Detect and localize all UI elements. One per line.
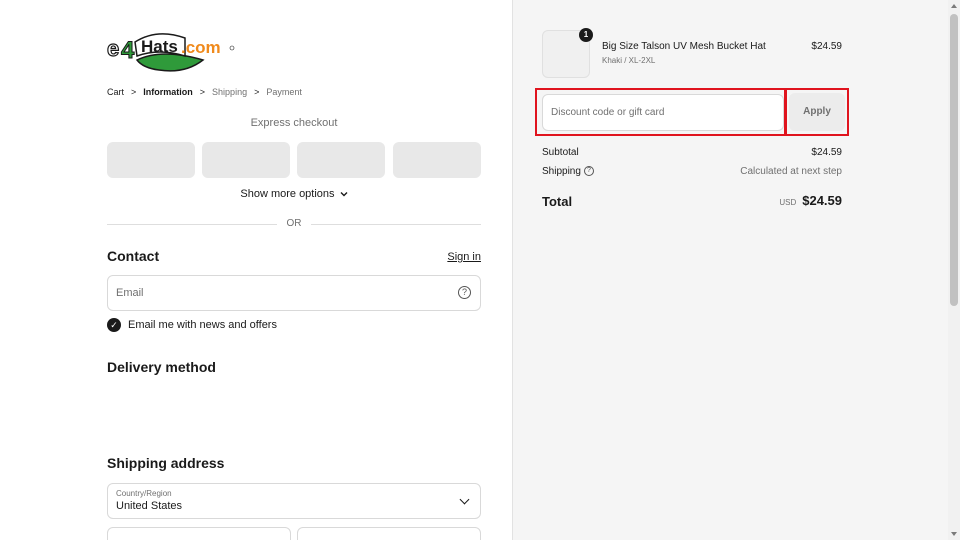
total-row: Total USD $24.59: [542, 193, 842, 211]
newsletter-checkbox[interactable]: ✓: [107, 318, 121, 332]
e4hats-logo[interactable]: e 4 Hats .com: [107, 30, 237, 76]
breadcrumb: Cart > Information > Shipping > Payment: [107, 87, 302, 97]
chevron-down-icon: [459, 494, 470, 505]
email-placeholder: Email: [116, 287, 144, 299]
total-amount-group: USD $24.59: [779, 193, 842, 208]
breadcrumb-separator: >: [254, 87, 260, 97]
country-select[interactable]: Country/Region United States: [107, 483, 481, 519]
country-value: United States: [116, 500, 183, 512]
chevron-down-icon: [340, 192, 348, 197]
total-currency: USD: [779, 198, 797, 207]
express-checkout-button-3[interactable]: [297, 142, 385, 178]
newsletter-option[interactable]: ✓ Email me with news and offers: [107, 318, 277, 332]
express-checkout-button-1[interactable]: [107, 142, 195, 178]
shipping-value: Calculated at next step: [740, 166, 842, 177]
logo-4-digit: 4: [121, 37, 135, 64]
sign-in-link[interactable]: Sign in: [440, 251, 481, 263]
delivery-method-heading: Delivery method: [107, 359, 216, 375]
checkout-main-panel: e 4 Hats .com Cart > Information > Shipp…: [0, 0, 512, 540]
order-summary-panel: [512, 0, 948, 540]
question-circle-icon[interactable]: ?: [458, 286, 471, 299]
newsletter-label: Email me with news and offers: [128, 319, 277, 331]
product-variant: Khaki / XL-2XL: [602, 56, 656, 65]
breadcrumb-payment: Payment: [266, 87, 302, 97]
express-checkout-button-4[interactable]: [393, 142, 481, 178]
total-label: Total: [542, 194, 573, 209]
breadcrumb-separator: >: [131, 87, 137, 97]
quantity-badge: 1: [579, 28, 593, 42]
shipping-label: Shipping: [542, 166, 581, 177]
product-name: Big Size Talson UV Mesh Bucket Hat: [602, 41, 766, 52]
discount-code-input[interactable]: Discount code or gift card: [542, 94, 784, 131]
last-name-input[interactable]: [297, 527, 481, 540]
shipping-address-heading: Shipping address: [107, 455, 225, 471]
breadcrumb-information: Information: [143, 87, 193, 97]
shipping-row: Shipping? Calculated at next step: [542, 166, 842, 177]
logo-hats-text: Hats: [141, 37, 178, 56]
email-input[interactable]: Email ?: [107, 275, 481, 311]
scrollbar-thumb[interactable]: [950, 14, 958, 306]
or-divider: OR: [107, 218, 481, 230]
subtotal-value: $24.59: [811, 147, 842, 158]
total-value: $24.59: [802, 193, 842, 208]
express-checkout-button-2[interactable]: [202, 142, 290, 178]
divider-line-right: [311, 224, 481, 225]
contact-heading: Contact: [107, 248, 160, 264]
first-name-input[interactable]: [107, 527, 291, 540]
express-checkout-label: Express checkout: [250, 117, 338, 129]
scroll-up-arrow-icon[interactable]: [951, 4, 957, 8]
scroll-down-arrow-icon[interactable]: [951, 532, 957, 536]
breadcrumb-cart[interactable]: Cart: [107, 87, 124, 97]
subtotal-row: Subtotal $24.59: [542, 147, 842, 158]
country-label: Country/Region: [116, 489, 172, 498]
question-circle-icon[interactable]: ?: [583, 166, 594, 177]
breadcrumb-separator: >: [199, 87, 206, 97]
subtotal-label: Subtotal: [542, 147, 579, 158]
product-price: $24.59: [811, 41, 842, 52]
discount-placeholder: Discount code or gift card: [551, 107, 665, 118]
logo-com-text: .com: [181, 38, 221, 57]
show-more-options-button[interactable]: Show more options: [107, 188, 481, 200]
logo-e-letter: e: [107, 36, 119, 61]
show-more-label: Show more options: [240, 188, 335, 200]
page-scrollbar[interactable]: [948, 0, 960, 540]
apply-discount-button[interactable]: Apply: [789, 93, 845, 131]
breadcrumb-shipping: Shipping: [212, 87, 248, 97]
